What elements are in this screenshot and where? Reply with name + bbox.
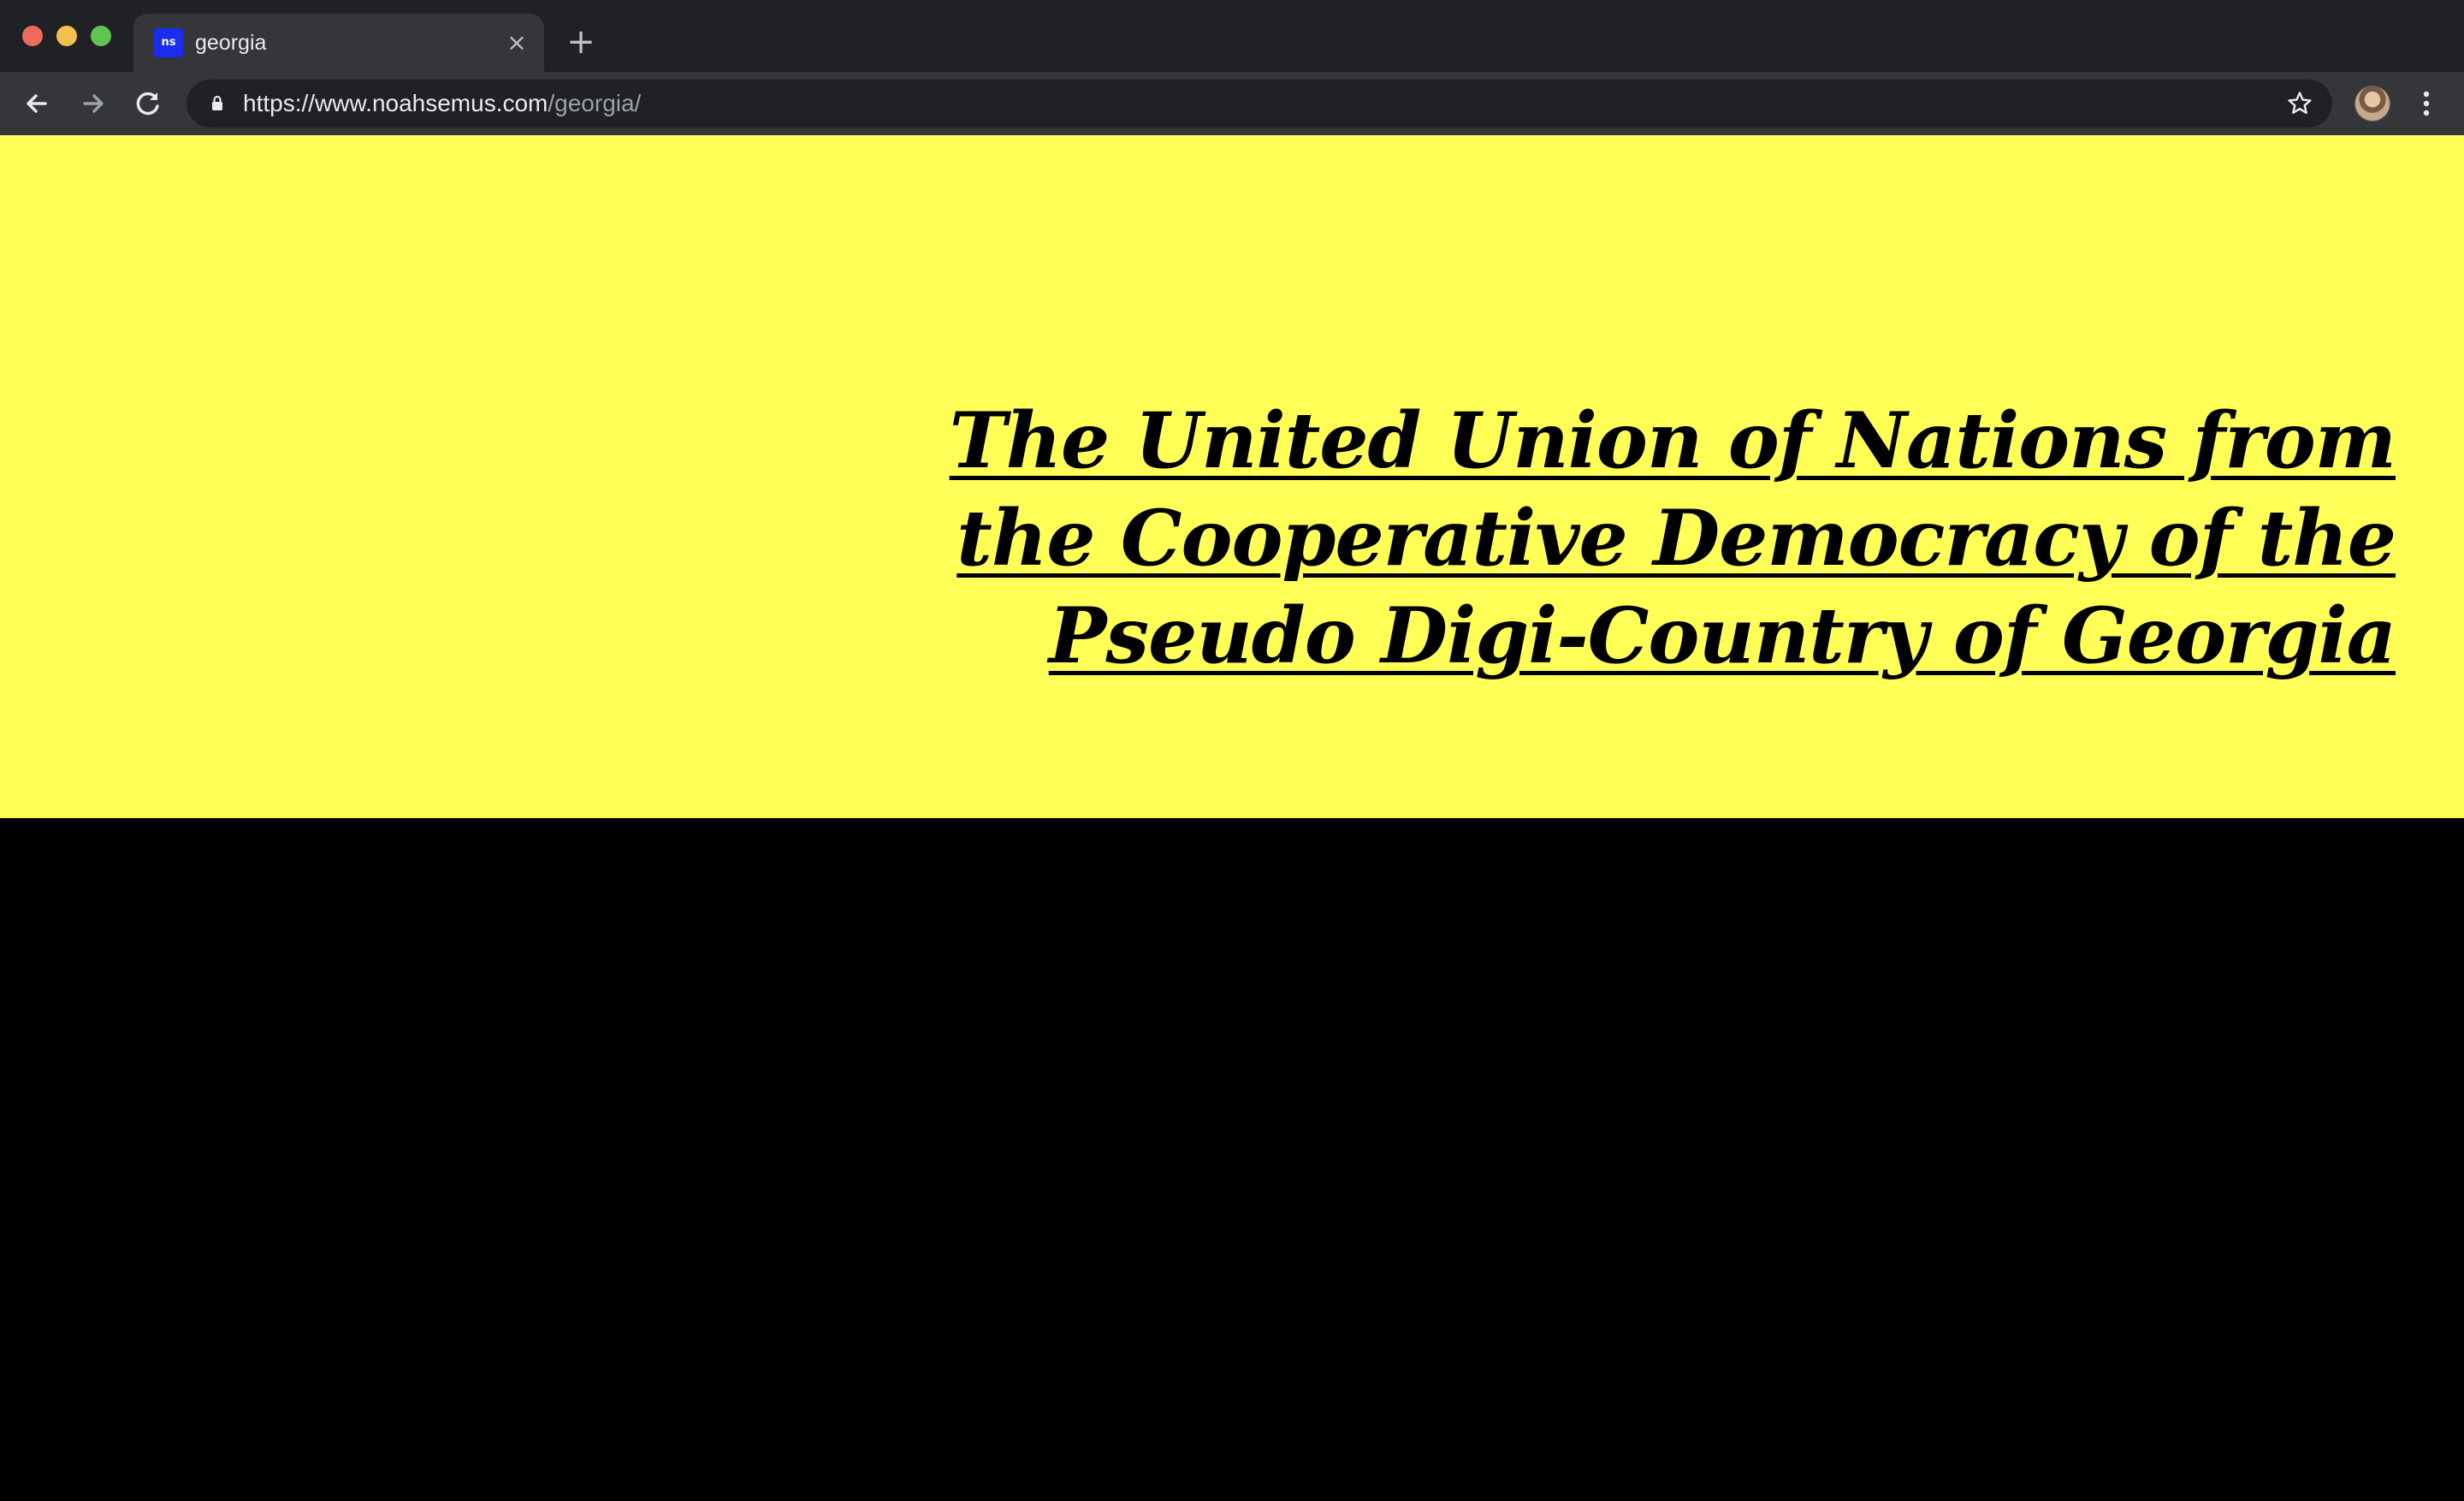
reload-button[interactable] — [128, 84, 168, 123]
url-text[interactable]: https://www.noahsemus.com/georgia/ — [243, 80, 641, 128]
profile-avatar[interactable] — [2354, 86, 2390, 122]
kebab-menu-icon[interactable] — [2411, 84, 2442, 123]
maximize-window-button[interactable] — [91, 26, 111, 46]
page-viewport: The United Union of Nations from the Coo… — [0, 135, 2464, 1501]
minimize-window-button[interactable] — [56, 26, 77, 46]
url-path: /georgia/ — [548, 90, 642, 116]
page-title-link[interactable]: The United Union of Nations from the Coo… — [838, 392, 2396, 685]
url-host: https://www.noahsemus.com — [243, 90, 548, 116]
tab-strip: ns georgia × + — [0, 0, 2464, 72]
lower-section — [0, 818, 2464, 1501]
hero-section: The United Union of Nations from the Coo… — [0, 135, 2464, 818]
arrow-left-icon — [27, 94, 47, 113]
favicon-icon: ns — [154, 28, 183, 57]
reload-icon — [136, 92, 159, 116]
back-button[interactable] — [17, 84, 56, 123]
lock-icon[interactable] — [205, 92, 229, 116]
tab-georgia[interactable]: ns georgia × — [133, 14, 544, 72]
browser-window: ns georgia × + https://www.noahsemus.com… — [0, 0, 2464, 1501]
browser-toolbar: https://www.noahsemus.com/georgia/ — [0, 72, 2464, 135]
close-window-button[interactable] — [22, 26, 43, 46]
address-bar[interactable]: https://www.noahsemus.com/georgia/ — [187, 80, 2332, 128]
tab-title: georgia — [195, 31, 267, 55]
forward-button[interactable] — [74, 84, 113, 123]
star-icon[interactable] — [2284, 88, 2315, 119]
arrow-right-icon — [83, 94, 104, 113]
close-icon[interactable]: × — [501, 27, 532, 58]
new-tab-button[interactable]: + — [563, 24, 599, 60]
